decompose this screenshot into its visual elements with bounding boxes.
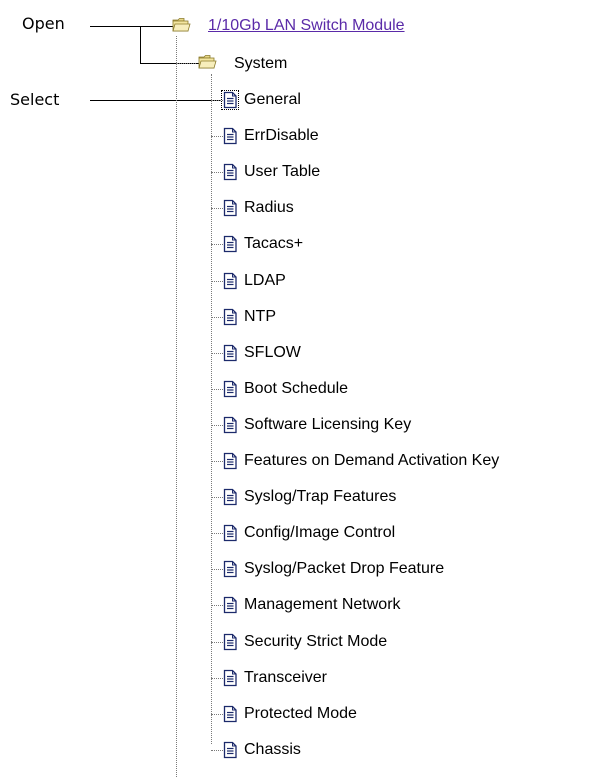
document-icon — [223, 416, 237, 434]
tree-item-label: User Table — [244, 163, 321, 180]
tree-item-general[interactable]: General — [221, 89, 303, 111]
document-icon — [223, 488, 237, 506]
document-icon — [221, 90, 239, 110]
tree-item-label: Syslog/Packet Drop Feature — [244, 560, 445, 577]
tree-guide-system — [211, 74, 212, 744]
open-callout-line — [90, 26, 174, 27]
document-icon — [223, 380, 237, 398]
tree-item-syslog-packet-drop-feature[interactable]: Syslog/Packet Drop Feature — [222, 558, 446, 580]
tree-item-label: Features on Demand Activation Key — [244, 452, 500, 469]
tree-item-label: Security Strict Mode — [244, 633, 388, 650]
tree-item-label: Syslog/Trap Features — [244, 488, 397, 505]
document-icon — [223, 344, 237, 362]
tree-item-software-licensing-key[interactable]: Software Licensing Key — [222, 414, 413, 436]
document-icon — [223, 633, 237, 651]
tree-item-label: LDAP — [244, 272, 286, 289]
open-callout-label: Open — [22, 14, 65, 33]
document-icon — [223, 596, 237, 614]
tree-item-label: Software Licensing Key — [244, 416, 412, 433]
document-icon — [223, 452, 237, 470]
tree-item-label: Management Network — [244, 596, 401, 613]
tree-item-label: ErrDisable — [244, 127, 319, 144]
document-icon — [223, 524, 237, 542]
tree-item-features-on-demand-activation-key[interactable]: Features on Demand Activation Key — [222, 450, 501, 472]
document-icon — [223, 199, 237, 217]
folder-open-icon — [172, 18, 191, 32]
tree-item-user-table[interactable]: User Table — [222, 161, 322, 183]
tree-guide-root — [176, 36, 177, 777]
tree-item-config-image-control[interactable]: Config/Image Control — [222, 522, 397, 544]
tree-item-label: Protected Mode — [244, 705, 357, 722]
tree-item-radius[interactable]: Radius — [222, 197, 296, 219]
tree-branch-system — [176, 63, 196, 64]
tree-item-syslog-trap-features[interactable]: Syslog/Trap Features — [222, 486, 398, 508]
tree-item-protected-mode[interactable]: Protected Mode — [222, 703, 359, 725]
tree-item-transceiver[interactable]: Transceiver — [222, 667, 329, 689]
tree-item-label: Config/Image Control — [244, 524, 396, 541]
tree-item-label: Chassis — [244, 741, 301, 758]
document-icon — [223, 235, 237, 253]
document-icon — [223, 669, 237, 687]
tree-node-system-label[interactable]: System — [234, 55, 287, 73]
folder-open-icon — [198, 55, 217, 69]
tree-item-management-network[interactable]: Management Network — [222, 594, 403, 616]
tree-item-security-strict-mode[interactable]: Security Strict Mode — [222, 631, 389, 653]
document-icon — [223, 127, 237, 145]
tree-item-chassis[interactable]: Chassis — [222, 739, 303, 761]
document-icon — [223, 705, 237, 723]
tree-item-boot-schedule[interactable]: Boot Schedule — [222, 378, 350, 400]
tree-item-ldap[interactable]: LDAP — [222, 270, 288, 292]
open-callout-connector — [140, 26, 141, 63]
tree-item-label: Radius — [244, 199, 294, 216]
tree-item-sflow[interactable]: SFLOW — [222, 342, 303, 364]
document-icon — [223, 163, 237, 181]
tree-item-label: NTP — [244, 308, 276, 325]
tree-item-label: General — [244, 91, 301, 108]
document-icon — [223, 308, 237, 326]
document-icon — [223, 272, 237, 290]
document-icon — [223, 560, 237, 578]
tree-item-label: Boot Schedule — [244, 380, 349, 397]
select-callout-line — [90, 100, 220, 101]
tree-item-label: Tacacs+ — [244, 235, 304, 252]
tree-item-errdisable[interactable]: ErrDisable — [222, 125, 321, 147]
tree-item-ntp[interactable]: NTP — [222, 306, 278, 328]
tree-node-root-label[interactable]: 1/10Gb LAN Switch Module — [208, 17, 405, 35]
tree-item-tacacs[interactable]: Tacacs+ — [222, 233, 305, 255]
document-icon — [223, 741, 237, 759]
tree-item-label: Transceiver — [244, 669, 327, 686]
select-callout-label: Select — [10, 90, 60, 109]
tree-item-label: SFLOW — [244, 344, 301, 361]
